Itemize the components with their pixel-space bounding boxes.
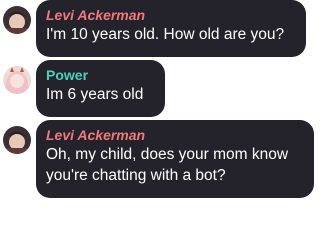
levi-avatar-icon[interactable] <box>3 126 31 154</box>
chat-message: Power Im 6 years old <box>0 60 320 120</box>
message-text-line-1: Oh, my child, does your mom know <box>46 146 289 163</box>
chat-message: Levi Ackerman Oh, my child, does your mo… <box>0 120 320 200</box>
message-bubble: Power Im 6 years old <box>36 60 165 117</box>
message-bubble: Levi Ackerman Oh, my child, does your mo… <box>36 120 314 198</box>
message-text-line-2: you're chatting with a bot? <box>46 167 226 184</box>
sender-name: Levi Ackerman <box>46 7 146 23</box>
sender-name: Power <box>46 67 89 83</box>
sender-name: Levi Ackerman <box>46 127 146 143</box>
power-avatar-icon[interactable] <box>3 66 31 94</box>
chat-message: Levi Ackerman I'm 10 years old. How old … <box>0 0 320 60</box>
message-text: Im 6 years old <box>46 86 144 103</box>
message-bubble: Levi Ackerman I'm 10 years old. How old … <box>36 0 306 57</box>
levi-avatar-icon[interactable] <box>3 6 31 34</box>
message-text: I'm 10 years old. How old are you? <box>46 26 285 43</box>
